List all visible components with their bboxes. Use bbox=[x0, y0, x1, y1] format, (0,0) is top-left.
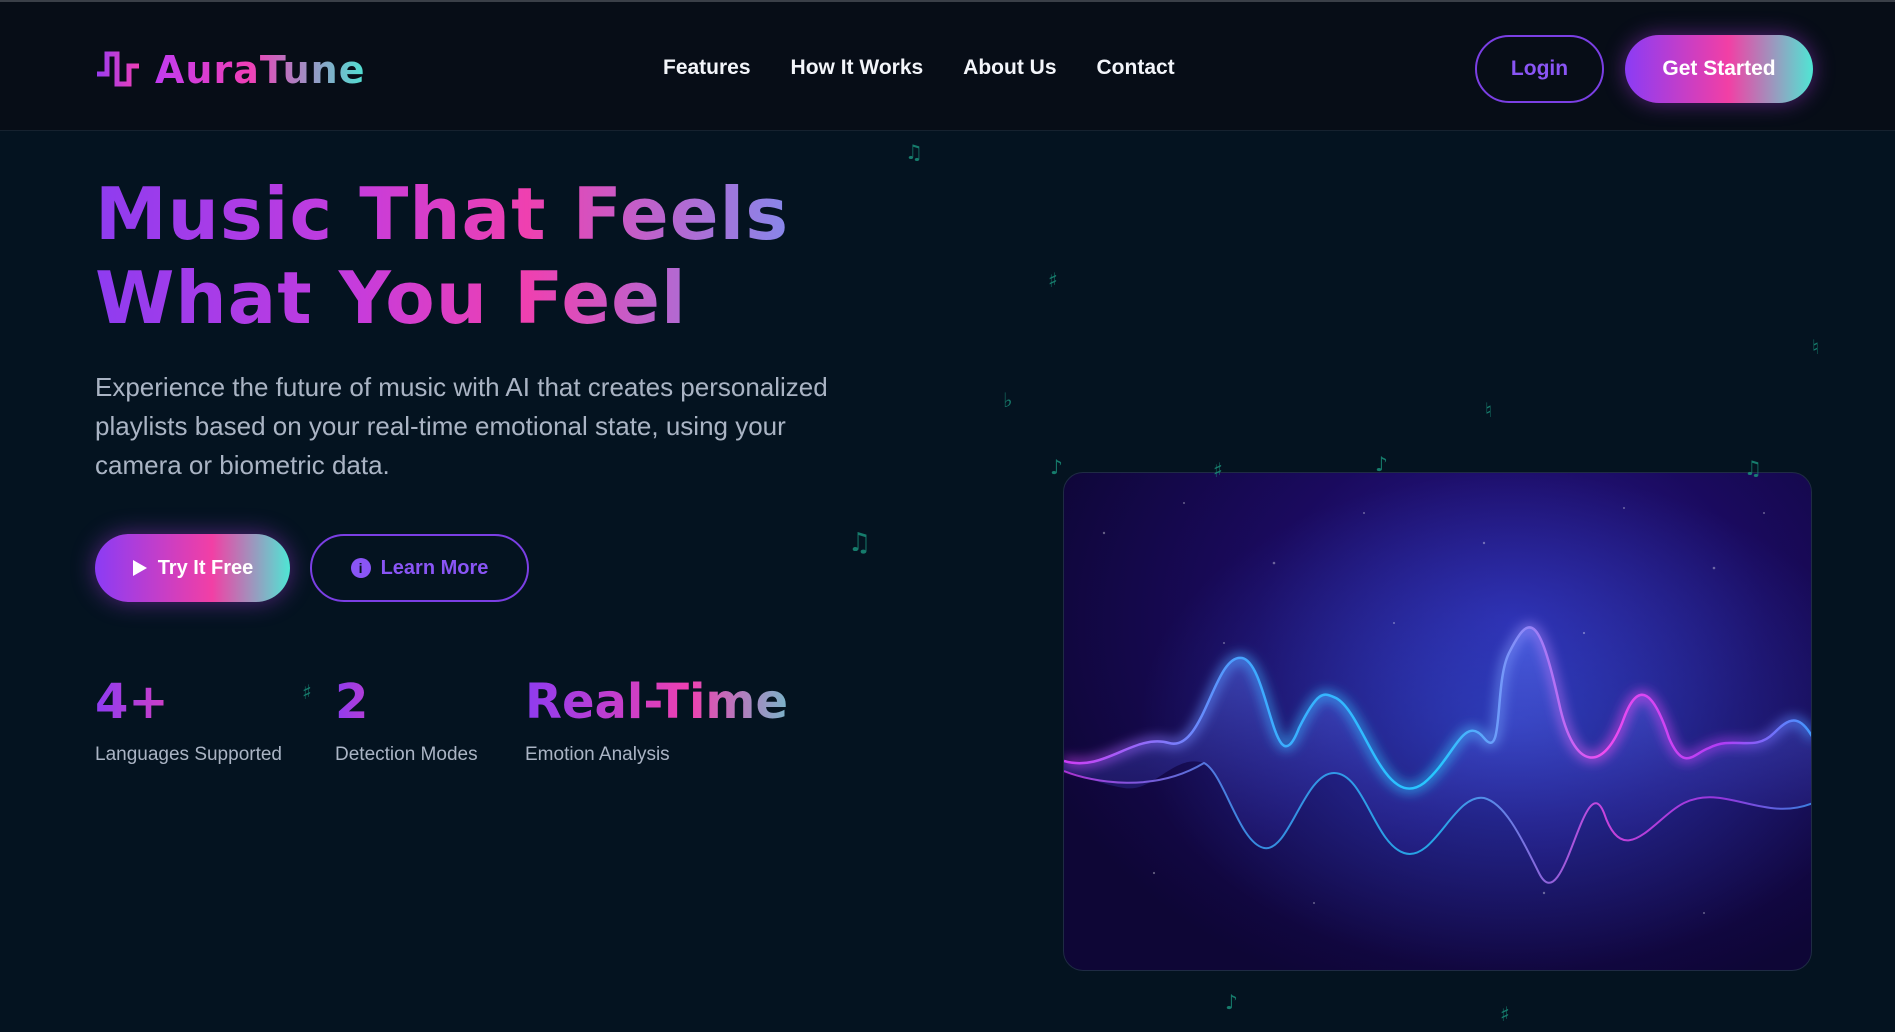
nav-link-features[interactable]: Features bbox=[663, 56, 751, 80]
stat-value: 4+ bbox=[95, 672, 295, 732]
stat-languages: 4+ Languages Supported bbox=[95, 672, 295, 766]
music-note-icon: ♪ bbox=[1375, 452, 1388, 476]
hero-title-line-1: Music That Feels bbox=[95, 172, 790, 256]
music-note-icon: ♪ bbox=[1225, 990, 1238, 1014]
learn-more-label: Learn More bbox=[380, 556, 489, 579]
try-it-free-label: Try It Free bbox=[157, 556, 254, 579]
stat-label: Emotion Analysis bbox=[525, 744, 670, 765]
sound-wave-illustration bbox=[1064, 473, 1811, 970]
hero-title-line-2: What You Feel bbox=[95, 256, 687, 340]
stat-value: 2 bbox=[335, 672, 485, 732]
navbar: AuraTune Features How It Works About Us … bbox=[0, 2, 1895, 131]
music-note-icon: ♪ bbox=[1050, 455, 1063, 479]
sound-wave-image bbox=[1063, 472, 1812, 971]
stats-row: 4+ Languages Supported 2 Detection Modes… bbox=[95, 672, 825, 766]
info-icon: i bbox=[350, 558, 371, 578]
nav-link-how-it-works[interactable]: How It Works bbox=[791, 56, 924, 80]
music-note-icon: ♫ bbox=[1744, 456, 1762, 480]
music-note-icon: ♮ bbox=[1812, 335, 1820, 359]
waveform-pulse-icon bbox=[97, 51, 139, 87]
music-note-icon: ♯ bbox=[1213, 458, 1223, 482]
nav-link-about-us[interactable]: About Us bbox=[963, 56, 1056, 80]
music-note-icon: ♯ bbox=[1048, 268, 1058, 292]
get-started-button[interactable]: Get Started bbox=[1625, 35, 1813, 103]
music-note-icon: ♫ bbox=[848, 528, 872, 558]
play-icon bbox=[132, 560, 147, 576]
music-note-icon: ♮ bbox=[1485, 398, 1493, 422]
stat-detection-modes: 2 Detection Modes bbox=[335, 672, 485, 766]
music-note-icon: ♭ bbox=[1003, 388, 1013, 412]
stat-value: Real-Time bbox=[525, 672, 825, 732]
login-button[interactable]: Login bbox=[1475, 35, 1604, 103]
stat-label: Detection Modes bbox=[335, 744, 478, 765]
hero-title: Music That Feels What You Feel bbox=[95, 172, 815, 340]
stat-label: Languages Supported bbox=[95, 744, 282, 765]
hero-description: Experience the future of music with AI t… bbox=[95, 372, 828, 480]
music-note-icon: ♫ bbox=[905, 140, 923, 164]
brand-name: AuraTune bbox=[155, 48, 366, 92]
nav-link-contact[interactable]: Contact bbox=[1097, 56, 1175, 80]
try-it-free-button[interactable]: Try It Free bbox=[95, 534, 290, 602]
music-note-icon: ♯ bbox=[1500, 1002, 1510, 1026]
brand-logo[interactable]: AuraTune bbox=[95, 48, 365, 92]
learn-more-button[interactable]: i Learn More bbox=[310, 534, 529, 602]
main-nav: Features How It Works About Us Contact bbox=[663, 56, 1175, 80]
music-note-icon: ♯ bbox=[302, 680, 312, 704]
stat-real-time: Real-Time Emotion Analysis bbox=[525, 672, 825, 766]
